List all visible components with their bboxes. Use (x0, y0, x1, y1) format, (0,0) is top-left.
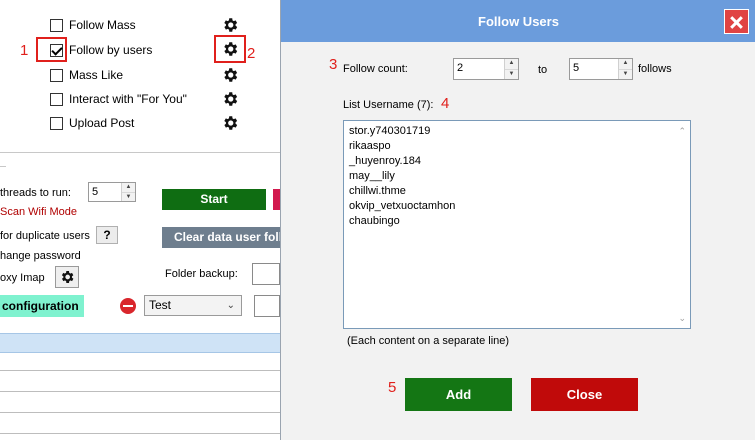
upload-post-settings-gear-icon[interactable] (221, 114, 239, 132)
follow-mass-checkbox[interactable] (50, 18, 63, 32)
spin-up-icon[interactable]: ▲ (619, 59, 632, 70)
divider-short (0, 166, 6, 167)
threads-value: 5 (92, 186, 99, 198)
threads-stepper[interactable]: 5 ▲ ▼ (88, 182, 136, 202)
annotation-number-3: 3 (329, 56, 338, 73)
spin-down-icon[interactable]: ▼ (619, 70, 632, 80)
duplicate-users-label: for duplicate users (0, 230, 90, 242)
interact-for-you-checkbox[interactable] (50, 92, 63, 106)
duplicate-help-button[interactable]: ? (96, 226, 118, 244)
separate-line-hint: (Each content on a separate line) (347, 335, 510, 347)
gear-icon (61, 271, 74, 283)
profile-select[interactable]: Test ⌄ (144, 295, 242, 316)
grid-row-line (0, 370, 280, 371)
follow-count-from-value: 2 (457, 62, 464, 74)
divider (0, 152, 280, 153)
start-button[interactable]: Start (162, 189, 266, 210)
grid-row-line (0, 433, 280, 434)
interact-settings-gear-icon[interactable] (221, 90, 239, 108)
threads-label: threads to run: (0, 187, 71, 199)
username-line: chillwi.thme (349, 185, 406, 197)
dialog-title: Follow Users (478, 14, 559, 29)
interact-for-you-label: Interact with "For You" (69, 92, 187, 106)
mass-like-settings-gear-icon[interactable] (221, 66, 239, 84)
follow-count-from-stepper[interactable]: 2 ▲ ▼ (453, 58, 519, 80)
profile-select-value: Test (149, 298, 172, 312)
username-line: okvip_vetxuoctamhon (349, 200, 456, 212)
follow-by-users-label: Follow by users (69, 43, 153, 57)
to-label: to (538, 64, 548, 76)
grid-row-line (0, 391, 280, 392)
username-line: chaubingo (349, 215, 400, 227)
folder-backup-label: Folder backup: (165, 268, 238, 280)
configuration-button[interactable]: configuration (0, 295, 84, 317)
upload-post-option[interactable]: Upload Post (50, 114, 134, 132)
dialog-close-icon[interactable] (724, 9, 749, 34)
follows-label: follows (638, 63, 672, 75)
scan-wifi-label: Scan Wifi Mode (0, 206, 78, 218)
annotation-number-4: 4 (441, 95, 450, 112)
username-line: may__lily (349, 170, 395, 182)
follow-users-dialog: Follow Users 3 Follow count: 2 ▲ ▼ to 5 ▲… (280, 0, 755, 440)
annotation-number-1: 1 (20, 42, 29, 59)
proxy-imap-label: oxy Imap (0, 272, 45, 284)
grid-row-line (0, 412, 280, 413)
stop-button-edge[interactable] (273, 189, 280, 210)
follow-count-to-value: 5 (573, 62, 580, 74)
follow-mass-option[interactable]: Follow Mass (50, 16, 136, 34)
chevron-down-icon: ⌄ (226, 300, 235, 311)
annotation-number-5: 5 (388, 379, 397, 396)
mass-like-option[interactable]: Mass Like (50, 66, 123, 84)
upload-post-checkbox[interactable] (50, 116, 63, 130)
data-grid-header (0, 333, 280, 353)
upload-post-label: Upload Post (69, 116, 135, 130)
follow-mass-settings-gear-icon[interactable] (221, 16, 239, 34)
mass-like-checkbox[interactable] (50, 68, 63, 82)
spin-down-icon[interactable]: ▼ (505, 70, 518, 80)
add-button[interactable]: Add (405, 378, 512, 411)
change-password-label: hange password (0, 250, 81, 262)
interact-for-you-option[interactable]: Interact with "For You" (50, 90, 187, 108)
scroll-up-icon[interactable]: ⌃ (678, 124, 686, 139)
annotation-box-gear (214, 35, 246, 63)
mass-like-label: Mass Like (69, 68, 124, 82)
username-line: _huyenroy.184 (349, 155, 421, 167)
clear-data-button[interactable]: Clear data user foll (162, 227, 280, 248)
username-list-textarea[interactable]: stor.y740301719 rikaaspo _huyenroy.184 m… (343, 120, 691, 329)
folder-backup-input[interactable] (252, 263, 280, 285)
profile-name-input[interactable] (254, 295, 280, 317)
list-username-label: List Username (7): (343, 99, 434, 111)
follow-count-to-stepper[interactable]: 5 ▲ ▼ (569, 58, 633, 80)
spin-up-icon[interactable]: ▲ (122, 183, 135, 193)
spin-up-icon[interactable]: ▲ (505, 59, 518, 70)
proxy-settings-button[interactable] (55, 266, 79, 288)
annotation-box-checkbox (36, 37, 67, 62)
username-line: stor.y740301719 (349, 125, 431, 137)
username-line: rikaaspo (349, 140, 391, 152)
spin-down-icon[interactable]: ▼ (122, 193, 135, 202)
scroll-down-icon[interactable]: ⌄ (678, 311, 686, 326)
remove-icon[interactable] (120, 298, 136, 314)
close-button[interactable]: Close (531, 378, 638, 411)
follow-mass-label: Follow Mass (69, 18, 136, 32)
annotation-number-2: 2 (247, 45, 256, 62)
follow-count-label: Follow count: (343, 63, 408, 75)
